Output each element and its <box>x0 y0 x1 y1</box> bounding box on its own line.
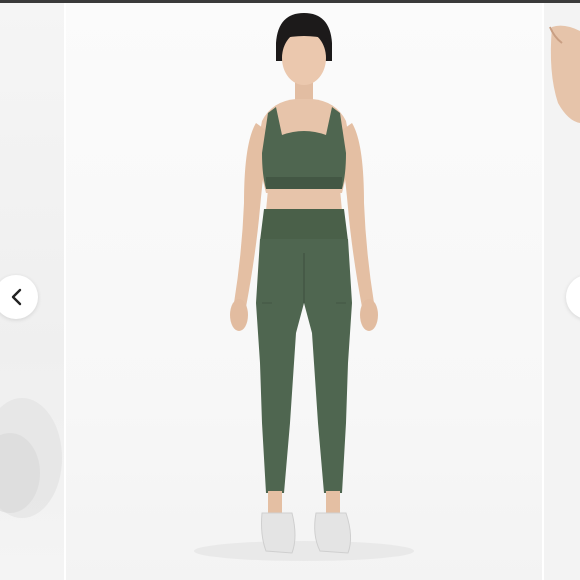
image-carousel[interactable] <box>0 3 580 580</box>
head <box>282 31 326 85</box>
product-image-viewer <box>0 0 580 580</box>
left-sneaker <box>261 512 296 554</box>
chevron-left-icon <box>6 287 26 307</box>
product-photo-model <box>194 13 414 561</box>
right-sneaker <box>314 512 352 554</box>
carousel-slide-current[interactable] <box>66 3 542 580</box>
leggings-waistband <box>260 209 348 241</box>
